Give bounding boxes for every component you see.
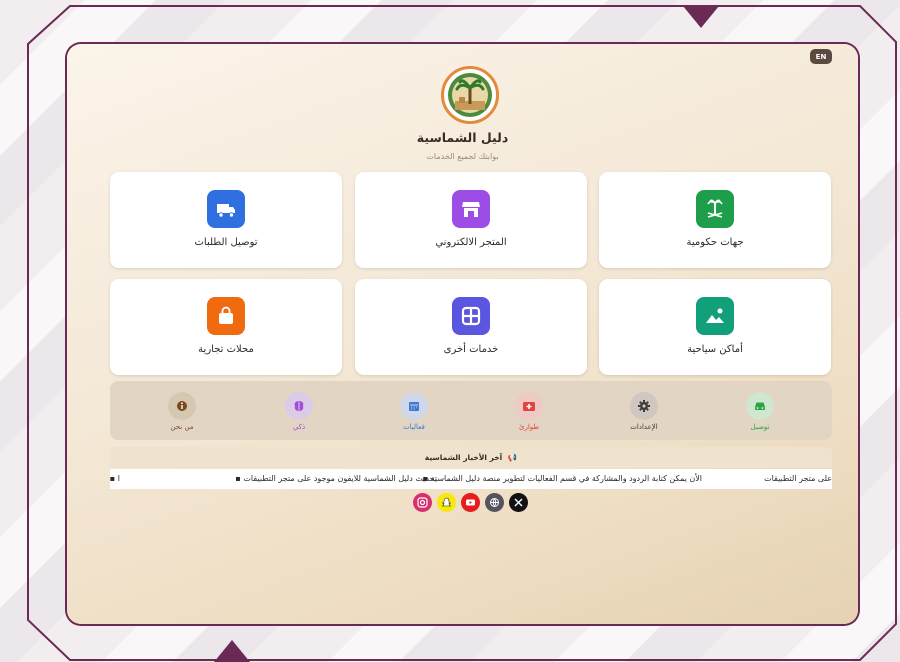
news-bullet-icon: ▪ [235, 474, 241, 483]
store-icon [452, 190, 490, 228]
news-item[interactable]: تحديث دليل الشماسية للايفون موجود على مت… [235, 469, 437, 489]
app-screen: EN دليل الشماسية بوابتك لجميع الخدمات جه… [67, 44, 858, 624]
gear-icon [630, 392, 658, 420]
news-item-text: تحديث دليل الشماسية للايفون موجود على مت… [243, 474, 437, 483]
card-e-store[interactable]: المتجر الالكتروني [355, 172, 587, 268]
globe-icon[interactable] [485, 493, 504, 512]
brain-icon [285, 392, 313, 420]
card-label: المتجر الالكتروني [435, 237, 507, 248]
calendar-icon [400, 392, 428, 420]
news-item-text: ا [117, 474, 120, 483]
quick-item-label: ذكي [292, 423, 306, 431]
palm-tree-logo-icon [441, 66, 499, 124]
saudi-emblem-icon [696, 190, 734, 228]
page-title: دليل الشماسية [416, 130, 509, 145]
news-header-label: آخر الأخبار الشماسية [424, 453, 503, 462]
card-label: محلات تجارية [198, 344, 254, 355]
page-subtitle: بوابتك لجميع الخدمات [426, 152, 499, 161]
card-government[interactable]: جهات حكومية [599, 172, 831, 268]
card-other-services[interactable]: خدمات أخرى [355, 279, 587, 375]
quick-item-smart[interactable]: ذكي [264, 392, 334, 431]
car-icon [746, 392, 774, 420]
shopping-bag-icon [207, 297, 245, 335]
megaphone-icon: 📢 [507, 453, 518, 462]
quick-item-label: الإعدادات [630, 423, 658, 431]
news-bullet-icon: ▪ [110, 474, 116, 483]
quick-item-label: طوارئ [519, 423, 539, 431]
quick-item-emergency[interactable]: طوارئ [494, 392, 564, 431]
quick-item-settings[interactable]: الإعدادات [609, 392, 679, 431]
landscape-icon [696, 297, 734, 335]
quick-item-label: من نحن [170, 423, 194, 431]
snapchat-icon[interactable] [437, 493, 456, 512]
news-ticker: على متجر التطبيقات الأن يمكن كتابة الردو… [110, 469, 832, 489]
card-delivery-orders[interactable]: توصيل الطلبات [110, 172, 342, 268]
card-tourist-places[interactable]: أماكن سياحية [599, 279, 831, 375]
news-item-text: الأن يمكن كتابة الردود والمشاركة في قسم … [430, 474, 702, 483]
quick-item-label: توصيل [750, 423, 770, 431]
quick-item-events[interactable]: فعاليات [379, 392, 449, 431]
frame-notch-top [683, 6, 719, 28]
language-toggle-button[interactable]: EN [810, 49, 832, 64]
frame-notch-bottom [214, 640, 250, 662]
delivery-truck-icon [207, 190, 245, 228]
youtube-icon[interactable] [461, 493, 480, 512]
quick-item-label: فعاليات [403, 423, 425, 431]
quick-item-delivery[interactable]: توصيل [725, 392, 795, 431]
instagram-icon[interactable] [413, 493, 432, 512]
news-header: آخر الأخبار الشماسية 📢 [110, 447, 832, 468]
card-shops[interactable]: محلات تجارية [110, 279, 342, 375]
x-icon[interactable] [509, 493, 528, 512]
card-label: أماكن سياحية [687, 344, 743, 355]
quick-item-about[interactable]: من نحن [147, 392, 217, 431]
card-label: توصيل الطلبات [194, 237, 258, 248]
news-item[interactable]: الأن يمكن كتابة الردود والمشاركة في قسم … [423, 469, 702, 489]
quick-access-bar: توصيل الإعدادات طوارئ فعاليات ذكي من نحن [110, 381, 832, 440]
first-aid-icon [515, 392, 543, 420]
info-icon [168, 392, 196, 420]
card-label: خدمات أخرى [443, 344, 499, 355]
news-item[interactable]: ا ▪ [110, 469, 120, 489]
grid-icon [452, 297, 490, 335]
news-item[interactable]: على متجر التطبيقات [764, 469, 832, 489]
card-label: جهات حكومية [686, 237, 744, 248]
